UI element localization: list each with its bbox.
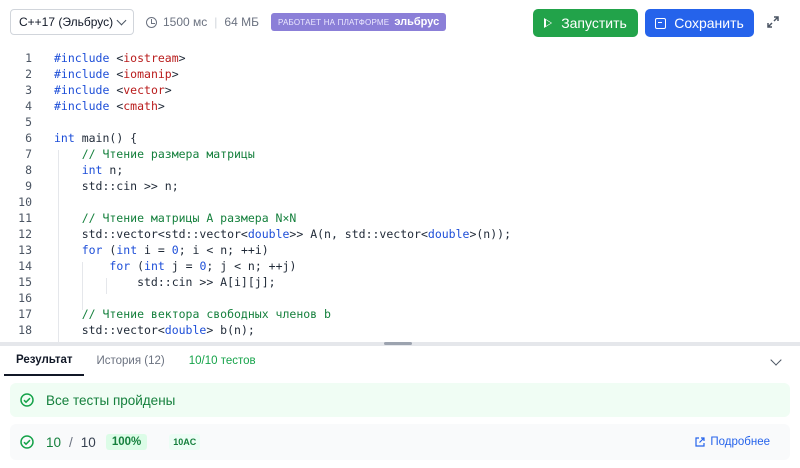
code-line[interactable]: 7 // Чтение размера матрицы xyxy=(0,146,780,162)
code-line[interactable]: 12 std::vector<std::vector<double>> A(n,… xyxy=(0,226,780,242)
score-row: 10 / 10 100% 10AC Подробнее xyxy=(10,424,790,460)
save-button[interactable]: Сохранить xyxy=(645,9,754,37)
line-number: 9 xyxy=(25,179,32,193)
line-number: 1 xyxy=(25,51,32,65)
verdict-badge: 10AC xyxy=(169,434,201,450)
line-number: 7 xyxy=(25,147,32,161)
code-line[interactable]: 6 int main() { xyxy=(0,130,780,146)
clock-icon xyxy=(146,16,157,28)
code-text: #include <cmath> xyxy=(54,99,165,113)
tab-history[interactable]: История (12) xyxy=(84,346,176,376)
code-line[interactable]: 13 for (int i = 0; i < n; ++i) xyxy=(0,242,780,258)
run-button[interactable]: Запустить xyxy=(533,9,638,37)
line-number: 14 xyxy=(18,259,32,273)
code-text: int main() { xyxy=(54,131,138,145)
percent-badge: 100% xyxy=(105,434,148,450)
line-number: 17 xyxy=(18,307,32,321)
code-text: std::vector<double> b(n); xyxy=(54,323,255,337)
line-number: 4 xyxy=(25,99,32,113)
line-number: 3 xyxy=(25,83,32,97)
code-editor[interactable]: 1 #include <iostream> 2 #include <iomanip> 3… xyxy=(0,44,800,381)
line-number: 10 xyxy=(18,195,32,209)
code-text: for (int i = 0; i < n; ++i) xyxy=(81,243,269,257)
platform-badge: РАБОТАЕТ НА ПЛАТФОРМЕ эльбрус xyxy=(270,13,447,31)
code-text: #include <iostream> xyxy=(54,51,186,65)
code-line[interactable]: 4 #include <cmath> xyxy=(0,98,780,114)
line-number: 12 xyxy=(18,227,32,241)
tab-tests[interactable]: 10/10 тестов xyxy=(177,346,268,376)
code-text: #include <vector> xyxy=(54,83,172,97)
line-number: 11 xyxy=(18,211,32,225)
code-line[interactable]: 1 #include <iostream> xyxy=(0,50,780,66)
code-text: std::cin >> A[i][j]; xyxy=(54,275,276,289)
success-message-box: Все тесты пройдены xyxy=(10,383,790,417)
success-message: Все тесты пройдены xyxy=(46,392,176,408)
line-number: 6 xyxy=(25,131,32,145)
resize-handle[interactable] xyxy=(384,342,412,345)
line-number: 13 xyxy=(18,243,32,257)
code-line[interactable]: 3 #include <vector> xyxy=(0,82,780,98)
code-text: std::vector<std::vector<double>> A(n, st… xyxy=(54,227,511,241)
line-number: 16 xyxy=(18,291,32,305)
details-link[interactable]: Подробнее xyxy=(695,436,770,448)
results-panel: Результат История (12) 10/10 тестов Все … xyxy=(0,346,800,468)
chevron-down-icon xyxy=(116,15,127,25)
code-text: int n; xyxy=(81,163,124,177)
score-separator: / xyxy=(69,434,73,450)
code-text: for (int j = 0; j < n; ++j) xyxy=(109,259,297,273)
code-line[interactable]: 18 std::vector<double> b(n); xyxy=(0,322,780,338)
external-link-icon xyxy=(695,437,705,447)
language-select[interactable]: C++17 (Эльбрус) xyxy=(10,9,134,35)
code-line[interactable]: 16 xyxy=(0,290,780,306)
save-button-label: Сохранить xyxy=(674,15,744,31)
code-line[interactable]: 2 #include <iomanip> xyxy=(0,66,780,82)
run-button-label: Запустить xyxy=(561,15,627,31)
code-line[interactable]: 9 std::cin >> n; xyxy=(0,178,780,194)
passed-count: 10 xyxy=(46,434,62,450)
memory-limit: 64 МБ xyxy=(224,15,259,29)
code-text: // Чтение вектора свободных членов b xyxy=(54,307,331,321)
code-line[interactable]: 10 xyxy=(0,194,780,210)
expand-icon[interactable] xyxy=(765,14,781,30)
limits-separator: | xyxy=(214,15,218,29)
limits-info: 1500 мс | 64 МБ xyxy=(146,15,259,29)
code-text: std::cin >> n; xyxy=(54,179,179,193)
line-number: 5 xyxy=(25,115,32,129)
platform-badge-prefix: РАБОТАЕТ НА ПЛАТФОРМЕ xyxy=(277,17,390,27)
check-circle-icon xyxy=(20,393,34,407)
time-limit: 1500 мс xyxy=(163,15,208,29)
code-text: // Чтение матрицы A размера N×N xyxy=(54,211,297,225)
play-icon xyxy=(544,18,553,28)
line-number: 18 xyxy=(18,323,32,337)
code-text: #include <iomanip> xyxy=(54,67,179,81)
tab-result[interactable]: Результат xyxy=(4,346,85,376)
details-link-label: Подробнее xyxy=(710,436,770,448)
code-line[interactable]: 17 // Чтение вектора свободных членов b xyxy=(0,306,780,322)
code-line[interactable]: 14 for (int j = 0; j < n; ++j) xyxy=(0,258,780,274)
results-tabs: Результат История (12) 10/10 тестов xyxy=(0,346,800,376)
code-line[interactable]: 5 xyxy=(0,114,780,130)
line-number: 2 xyxy=(25,67,32,81)
language-select-value: C++17 (Эльбрус) xyxy=(19,15,114,29)
check-circle-icon xyxy=(20,435,34,449)
code-line[interactable]: 11 // Чтение матрицы A размера N×N xyxy=(0,210,780,226)
save-icon xyxy=(655,17,667,29)
total-count: 10 xyxy=(80,434,96,450)
code-line[interactable]: 8 int n; xyxy=(0,162,780,178)
line-number: 15 xyxy=(18,275,32,289)
code-line[interactable]: 15 std::cin >> A[i][j]; xyxy=(0,274,780,290)
line-number: 8 xyxy=(25,163,32,177)
code-text: // Чтение размера матрицы xyxy=(54,147,255,161)
platform-badge-name: эльбрус xyxy=(394,16,440,28)
